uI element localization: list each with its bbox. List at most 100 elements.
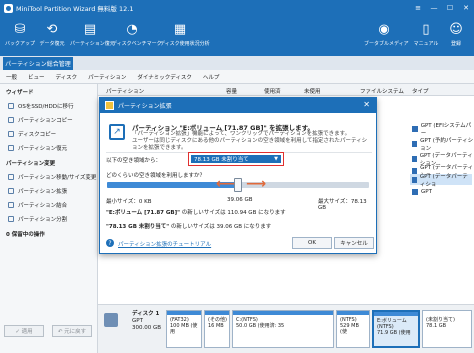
menu-bar: 一般 ビュー ディスク パーティション ダイナミックディスク ヘルプ [0, 70, 474, 84]
col-type[interactable]: タイプ [412, 87, 429, 95]
how-much-label: どのくらいの空き領域を利用しますか？ [106, 173, 206, 179]
table-row[interactable]: GPT (予約パーティション [412, 136, 474, 152]
table-header: パーティション 容量 使用済 未使用 ファイルシステム タイプ [98, 84, 474, 96]
partition-block-selected[interactable]: E:ボリューム(NTFS) 71.9 GB (使用 [372, 310, 420, 348]
space-analyzer-button[interactable]: ▦ ディスク使用状況分析 [160, 18, 210, 48]
dialog-description: 「パーティション拡張」機能によって、ワンクリックでパーティションを拡張できます。… [132, 131, 368, 151]
resize-icon [8, 174, 14, 180]
col-unused[interactable]: 未使用 [304, 87, 321, 95]
title-bar: MiniTool Partition Wizard 無料版 12.1 ≡ — ☐… [0, 0, 474, 16]
bootable-media-button[interactable]: ◉ ブータブルメディア [364, 18, 409, 48]
tab-bar: パーティション総合管理 [0, 56, 474, 70]
source-space-select[interactable]: 78.13 GB 未割り当て ▼ [191, 155, 281, 163]
maximize-button[interactable]: ☐ [442, 0, 458, 16]
disk-type: GPT [132, 318, 143, 324]
new-size-unallocated: "78.13 GB 未割り当て" の新しいサイズは 39.06 GB になります [106, 224, 272, 230]
sidebar-item-merge[interactable]: パーティション結合 [0, 198, 97, 212]
new-size-e: "E:ボリューム [71.87 GB]" の新しいサイズは 110.94 GB … [106, 210, 286, 216]
migrate-icon [8, 103, 14, 109]
main-toolbar: ⛁ バックアップ ⟲ データ復元 ▤ パーティション復元 ◔ ディスクベンチマーク ▦ デ… [0, 16, 474, 56]
merge-icon [8, 202, 14, 208]
gpt-icon [412, 189, 418, 195]
apply-button[interactable]: ✓ 適用 [4, 325, 44, 337]
sidebar-item-copy-disk[interactable]: ディスクコピー [0, 127, 97, 141]
manual-icon: ▯ [422, 21, 430, 37]
min-size-label: 最小サイズ：0 KB [106, 199, 152, 205]
menu-icon[interactable]: ≡ [410, 0, 426, 16]
disk-benchmark-button[interactable]: ◔ ディスクベンチマーク [112, 18, 162, 48]
minimize-button[interactable]: — [426, 0, 442, 16]
gpt-icon [412, 156, 417, 162]
table-row[interactable]: GPT (EFIシステムパー [412, 121, 474, 137]
copy-disk-icon [8, 131, 14, 137]
gpt-icon [412, 141, 418, 147]
extend-icon [105, 101, 114, 110]
change-header: パーティション変更 [6, 161, 56, 167]
disk-benchmark-icon: ◔ [126, 21, 138, 37]
sidebar-item-move-resize[interactable]: パーティション移動/サイズ変更 [0, 170, 97, 184]
menu-view[interactable]: ビュー [28, 73, 45, 81]
sidebar-item-migrate-os[interactable]: OSをSSD/HDDに移行 [0, 99, 97, 113]
partition-block-unallocated[interactable]: (未割り当て) 78.1 GB [422, 310, 472, 348]
menu-general[interactable]: 一般 [6, 73, 17, 81]
sidebar-item-copy-partition[interactable]: パーティションコピー [0, 113, 97, 127]
selected-size-label: 39.06 GB [227, 197, 253, 203]
help-icon: ? [106, 239, 114, 247]
sidebar: ウィザード OSをSSD/HDDに移行 パーティションコピー ディスクコピー パ… [0, 84, 98, 353]
dialog-close-button[interactable]: ✕ [363, 100, 370, 109]
gpt-icon [412, 176, 417, 183]
partition-block[interactable]: C:(NTFS) 50.0 GB (使用済: 35 [232, 310, 334, 348]
partition-block[interactable]: (NTFS) 529 MB (使 [336, 310, 370, 348]
cancel-button[interactable]: キャンセル [334, 237, 374, 249]
pending-operations: 0 保留中の操作 [6, 232, 45, 238]
partition-recovery-icon: ▤ [83, 21, 97, 37]
register-button[interactable]: ☺ 登録 [436, 18, 474, 48]
partition-block[interactable]: (FAT32) 100 MB (使用 [166, 310, 202, 348]
register-icon: ☺ [449, 21, 463, 37]
partition-block[interactable]: (その他) 16 MB [204, 310, 230, 348]
arrow-right-icon: ⟶ [246, 176, 267, 192]
col-capacity[interactable]: 容量 [226, 87, 237, 95]
disk-name: ディスク 1 [132, 311, 160, 317]
split-icon [8, 216, 14, 222]
sidebar-actions: ✓ 適用 ↶ 元に戻す [4, 325, 100, 337]
window-controls: ≡ — ☐ ✕ [410, 0, 474, 16]
copy-partition-icon [8, 117, 14, 123]
partition-recovery-button[interactable]: ▤ パーティション復元 [70, 18, 115, 48]
col-used[interactable]: 使用済 [264, 87, 281, 95]
chevron-down-icon: ▼ [274, 156, 278, 162]
col-filesystem[interactable]: ファイルシステム [360, 87, 404, 95]
sidebar-item-split[interactable]: パーティション分割 [0, 212, 97, 226]
size-slider-handle[interactable] [234, 178, 242, 192]
menu-help[interactable]: ヘルプ [203, 73, 220, 81]
take-space-label: 以下の空き領域から： [106, 158, 162, 164]
table-row[interactable]: GPT [412, 189, 432, 195]
bootable-media-icon: ◉ [378, 21, 390, 37]
sidebar-item-extend[interactable]: パーティション拡張 [0, 184, 97, 198]
undo-button[interactable]: ↶ 元に戻す [52, 325, 92, 337]
gpt-icon [412, 126, 418, 132]
menu-disk[interactable]: ディスク [56, 73, 78, 81]
dialog-title: パーティション拡張 [118, 103, 172, 110]
source-select-highlight: 78.13 GB 未割り当て ▼ [188, 152, 284, 166]
disk-info[interactable]: ディスク 1 GPT 300.00 GB [132, 311, 161, 332]
extend-partition-dialog: パーティション拡張 ✕ ↗ パーティション "E:ボリューム [71.87 GB… [99, 97, 377, 254]
table-row-selected[interactable]: GPT (データパーティショ [410, 174, 472, 188]
tutorial-link[interactable]: パーティション拡張のチュートリアル [118, 240, 211, 248]
data-recovery-button[interactable]: ⟲ データ復元 [32, 18, 72, 48]
menu-partition[interactable]: パーティション [88, 73, 126, 81]
col-partition[interactable]: パーティション [106, 87, 144, 95]
tab-partition-management[interactable]: パーティション総合管理 [3, 57, 73, 70]
ok-button[interactable]: OK [292, 237, 332, 249]
disk-size: 300.00 GB [132, 325, 162, 331]
sidebar-item-partition-recovery[interactable]: パーティション復元 [0, 141, 97, 155]
close-button[interactable]: ✕ [458, 0, 474, 16]
window-title: MiniTool Partition Wizard 無料版 12.1 [16, 5, 134, 13]
disk-map: ディスク 1 GPT 300.00 GB (FAT32) 100 MB (使用 (… [98, 304, 474, 353]
recovery-icon [8, 145, 14, 151]
menu-dynamic-disk[interactable]: ダイナミックディスク [137, 73, 192, 81]
app-logo-icon [4, 3, 13, 13]
wizard-header: ウィザード [6, 90, 34, 96]
extend-partition-icon: ↗ [109, 124, 125, 140]
data-recovery-icon: ⟲ [46, 21, 58, 37]
